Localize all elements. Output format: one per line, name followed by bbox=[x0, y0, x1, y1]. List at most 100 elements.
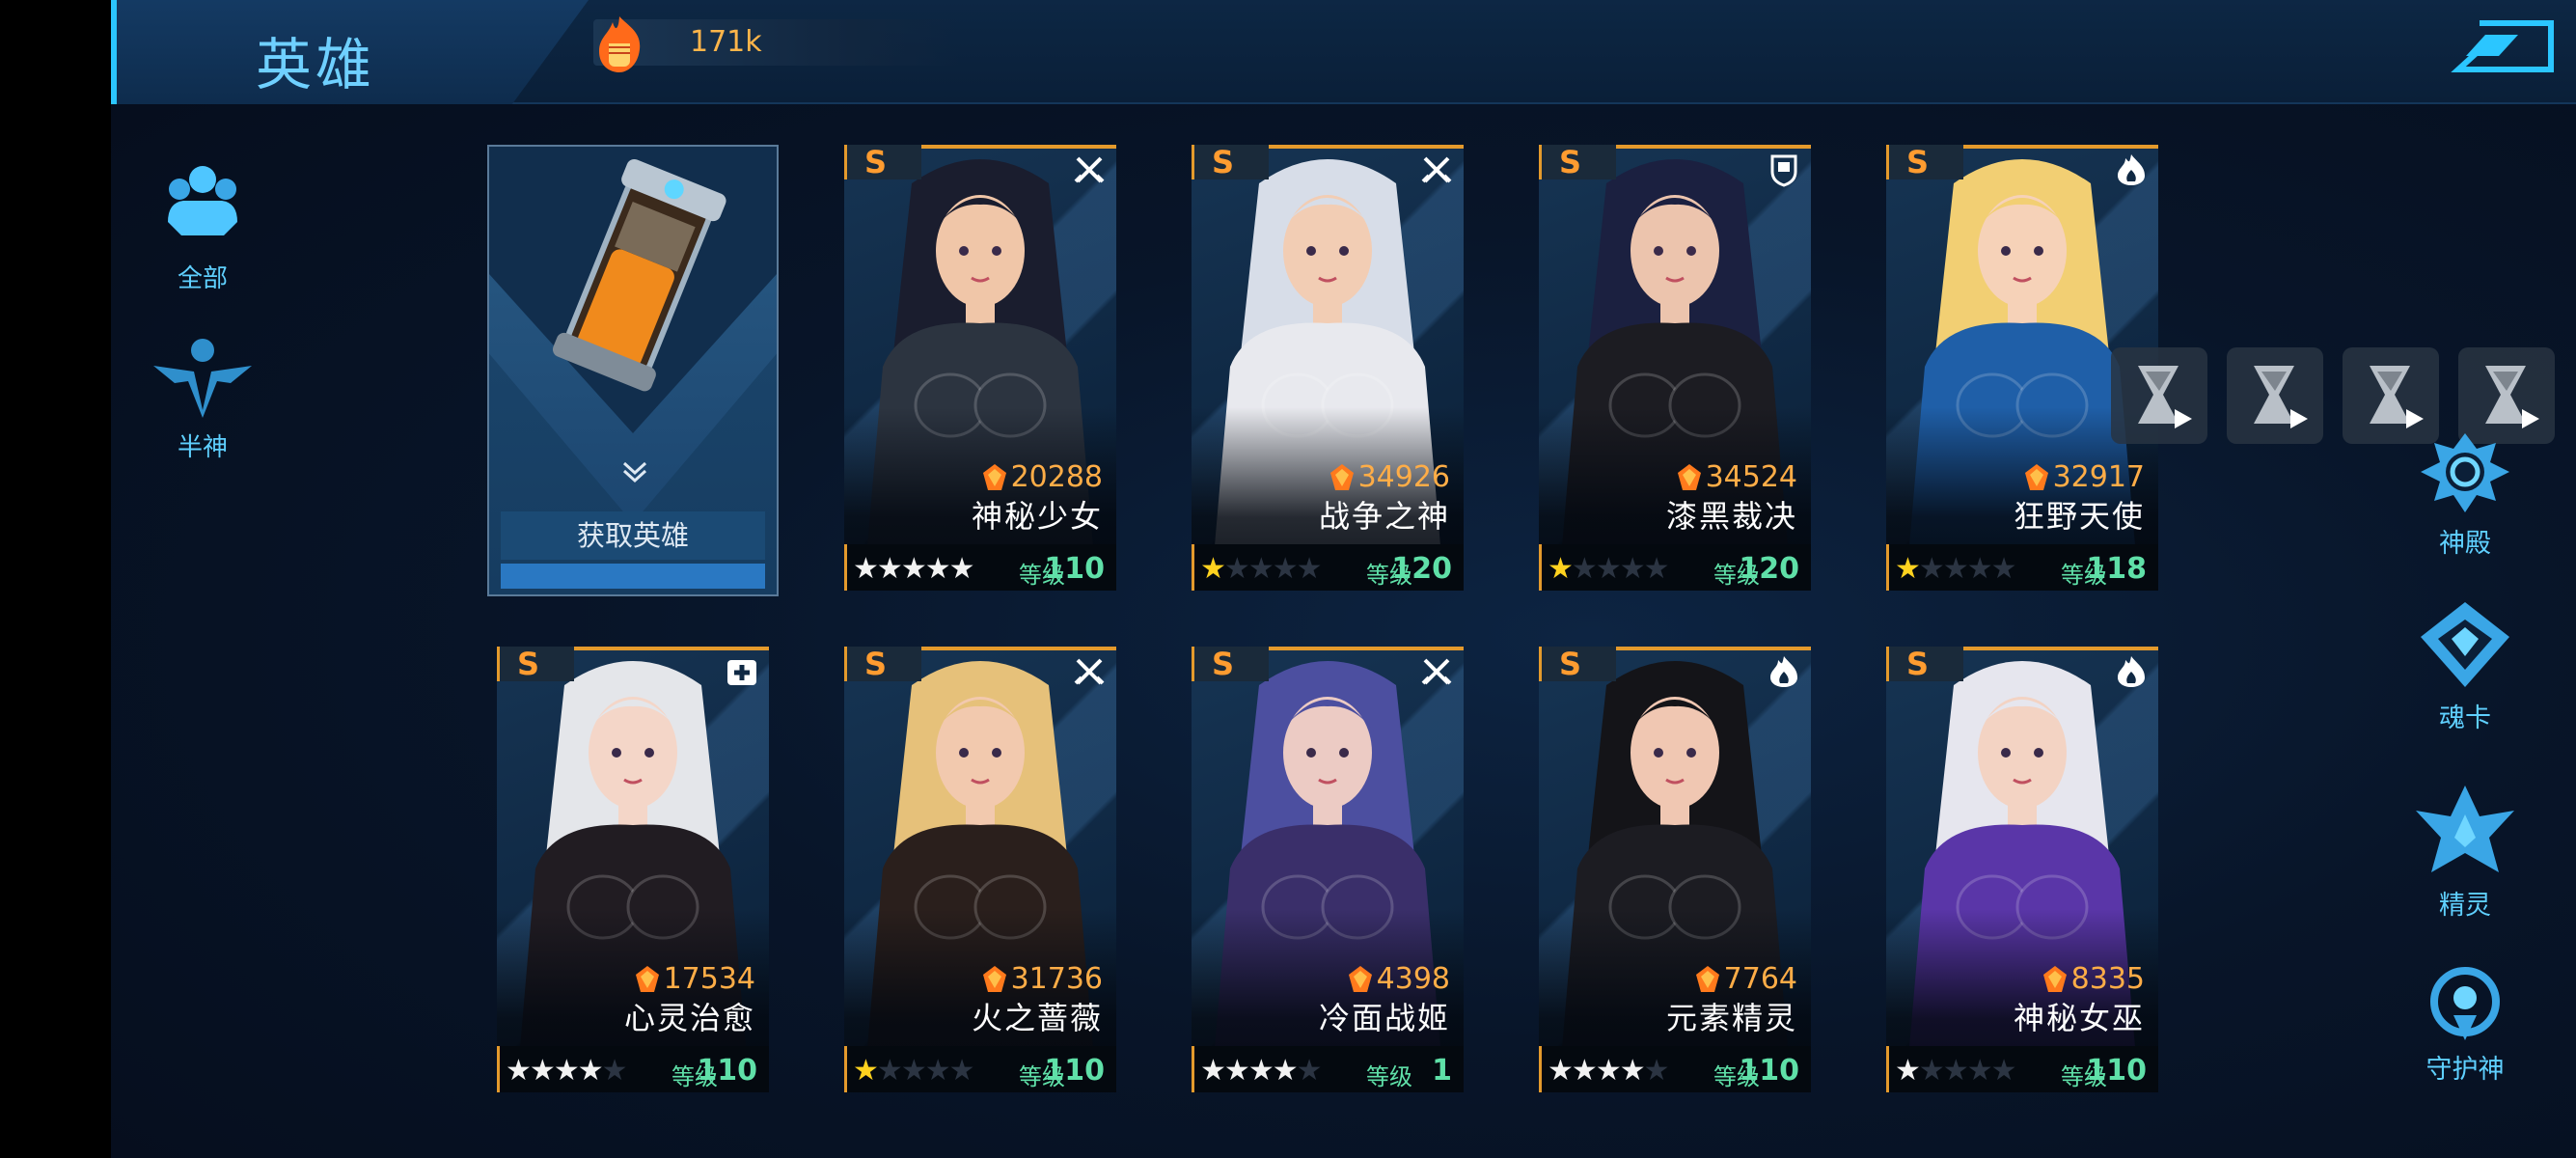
star-icon: ★ bbox=[553, 1054, 580, 1088]
nav-all-label: 全部 bbox=[177, 264, 228, 293]
star-rating: ★★★★★ bbox=[1548, 1054, 1670, 1088]
star-icon: ★ bbox=[601, 1054, 628, 1088]
power-gem-icon bbox=[982, 965, 1006, 992]
power-text: 8335 bbox=[2070, 962, 2145, 996]
hero-card[interactable]: S 31736 火之蔷薇 ★★★★★ 等级 110 bbox=[844, 647, 1116, 1092]
star-icon: ★ bbox=[577, 1054, 604, 1088]
hero-card[interactable]: S 17534 心灵治愈 ★★★★★ 等级 110 bbox=[497, 647, 769, 1092]
level-value: 118 bbox=[2086, 552, 2147, 586]
star-icon: ★ bbox=[1595, 1054, 1622, 1088]
star-icon: ★ bbox=[1918, 1054, 1945, 1088]
card-footer: ★★★★★ 等级 110 bbox=[497, 1046, 769, 1092]
power-value: 17534 bbox=[635, 962, 755, 996]
star-icon: ★ bbox=[1619, 552, 1646, 586]
star-icon: ★ bbox=[1990, 1054, 2017, 1088]
star-icon: ★ bbox=[1247, 552, 1274, 586]
power-gem-icon bbox=[1695, 965, 1719, 992]
nav-temple[interactable]: 神殿 bbox=[2402, 429, 2528, 560]
power-gem-icon bbox=[982, 463, 1006, 490]
card-footer: ★★★★★ 等级 120 bbox=[1539, 544, 1811, 591]
power-value: 34524 bbox=[1677, 460, 1797, 494]
soulcard-icon bbox=[2421, 602, 2509, 687]
hero-name: 心灵治愈 bbox=[623, 1000, 755, 1036]
rank-badge: S bbox=[1192, 647, 1269, 681]
hero-card[interactable]: S 34524 漆黑裁决 ★★★★★ 等级 120 bbox=[1539, 145, 1811, 591]
rank-badge: S bbox=[1886, 647, 1963, 681]
star-icon: ★ bbox=[1918, 552, 1945, 586]
star-icon: ★ bbox=[1272, 1054, 1299, 1088]
card-footer: ★★★★★ 等级 1 bbox=[1192, 1046, 1464, 1092]
star-icon: ★ bbox=[1643, 1054, 1670, 1088]
card-footer: ★★★★★ 等级 110 bbox=[844, 1046, 1116, 1092]
star-icon: ★ bbox=[853, 1054, 879, 1088]
star-icon: ★ bbox=[900, 552, 927, 586]
hero-name: 火之蔷薇 bbox=[971, 1000, 1103, 1036]
back-arrow-icon[interactable] bbox=[2451, 17, 2557, 75]
fist-flame-icon bbox=[599, 16, 641, 72]
power-gem-icon bbox=[1348, 965, 1372, 992]
power-value: 8335 bbox=[2042, 962, 2145, 996]
hero-name: 神秘少女 bbox=[971, 498, 1103, 535]
flame-icon bbox=[2118, 154, 2145, 185]
power-gem-icon bbox=[635, 965, 659, 992]
star-rating: ★★★★★ bbox=[1548, 552, 1670, 586]
nav-soulcard[interactable]: 魂卡 bbox=[2402, 598, 2528, 734]
star-icon: ★ bbox=[1296, 552, 1323, 586]
star-icon: ★ bbox=[924, 1054, 951, 1088]
power-value: 34926 bbox=[1329, 460, 1450, 494]
level-value: 110 bbox=[1739, 1054, 1799, 1088]
power-gem-icon bbox=[1677, 463, 1701, 490]
power-text: 17534 bbox=[663, 962, 755, 996]
star-icon: ★ bbox=[1966, 1054, 1993, 1088]
play-icon bbox=[2522, 409, 2539, 428]
hourglass-slot[interactable] bbox=[2227, 347, 2323, 444]
acquire-hero-card[interactable]: 获取英雄 bbox=[487, 145, 779, 596]
hero-name: 冷面战姬 bbox=[1318, 1000, 1450, 1036]
nav-spirit-label: 精灵 bbox=[2439, 891, 2491, 921]
power-text: 20288 bbox=[1010, 460, 1103, 494]
page-title: 英雄 bbox=[256, 32, 376, 97]
star-icon: ★ bbox=[1895, 1054, 1921, 1088]
star-icon: ★ bbox=[1200, 1054, 1226, 1088]
star-icon: ★ bbox=[948, 552, 975, 586]
hero-card[interactable]: S 20288 神秘少女 ★★★★★ 等级 110 bbox=[844, 145, 1116, 591]
star-icon: ★ bbox=[876, 552, 903, 586]
star-icon: ★ bbox=[1990, 552, 2017, 586]
temple-icon bbox=[2421, 433, 2509, 512]
power-text: 7764 bbox=[1723, 962, 1797, 996]
nav-guardian[interactable]: 守护神 bbox=[2402, 965, 2528, 1086]
nav-demigod[interactable]: 半神 bbox=[135, 333, 270, 463]
star-icon: ★ bbox=[1571, 552, 1598, 586]
star-icon: ★ bbox=[1595, 552, 1622, 586]
hero-name: 神秘女巫 bbox=[2013, 1000, 2145, 1036]
star-rating: ★★★★★ bbox=[853, 1054, 975, 1088]
hero-card[interactable]: S 8335 神秘女巫 ★★★★★ 等级 110 bbox=[1886, 647, 2158, 1092]
rank-badge: S bbox=[844, 647, 921, 681]
play-icon bbox=[2175, 409, 2192, 428]
hero-card[interactable]: S 34926 战争之神 ★★★★★ 等级 120 bbox=[1192, 145, 1464, 591]
star-icon: ★ bbox=[1966, 552, 1993, 586]
swords-icon bbox=[1421, 658, 1452, 685]
hero-card[interactable]: S 7764 元素精灵 ★★★★★ 等级 110 bbox=[1539, 647, 1811, 1092]
star-icon: ★ bbox=[1548, 552, 1574, 586]
card-footer: ★★★★★ 等级 118 bbox=[1886, 544, 2158, 591]
medkit-icon bbox=[727, 660, 756, 685]
hero-card[interactable]: S 4398 冷面战姬 ★★★★★ 等级 1 bbox=[1192, 647, 1464, 1092]
guardian-icon bbox=[2430, 967, 2500, 1040]
star-icon: ★ bbox=[506, 1054, 532, 1088]
card-footer: ★★★★★ 等级 110 bbox=[844, 544, 1116, 591]
star-icon: ★ bbox=[1272, 552, 1299, 586]
star-rating: ★★★★★ bbox=[853, 552, 975, 586]
level-label: 等级 bbox=[1366, 1063, 1412, 1090]
star-icon: ★ bbox=[853, 552, 879, 586]
currency-bar bbox=[593, 19, 960, 66]
level-value: 110 bbox=[1044, 1054, 1105, 1088]
star-icon: ★ bbox=[1548, 1054, 1574, 1088]
power-gem-icon bbox=[2042, 965, 2067, 992]
nav-spirit[interactable]: 精灵 bbox=[2402, 782, 2528, 922]
rank-badge: S bbox=[1539, 647, 1616, 681]
nav-all[interactable]: 全部 bbox=[135, 154, 270, 294]
swords-icon bbox=[1074, 658, 1105, 685]
power-gem-icon bbox=[2024, 463, 2048, 490]
hourglass-slot[interactable] bbox=[2111, 347, 2207, 444]
